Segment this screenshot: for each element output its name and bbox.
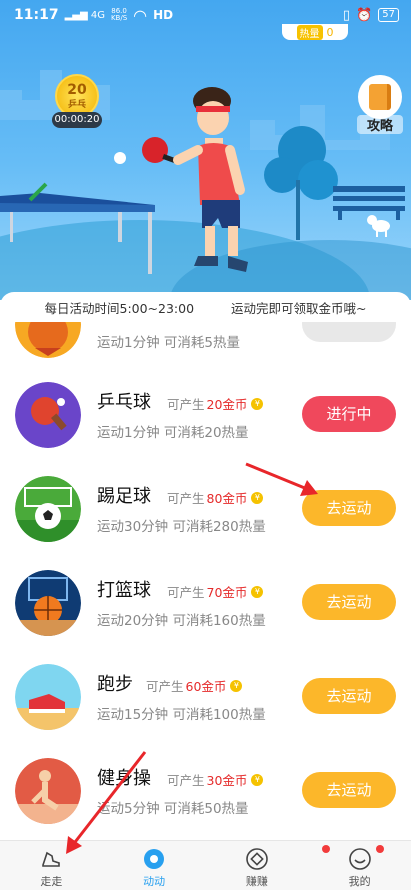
produce-label: 可产生 — [146, 679, 184, 694]
activity-item-fitness: 健身操 可产生 30金币 ¥ 运动5分钟 可消耗50热量 去运动 — [0, 748, 411, 838]
gold-amount: 30金币 — [206, 773, 248, 788]
ping-pong-scene-illustration — [0, 70, 411, 300]
gold-amount: 80金币 — [206, 491, 248, 506]
tab-label: 走走 — [40, 875, 63, 888]
status-time: 11:17 — [14, 7, 59, 23]
activity-title: 打篮球 — [97, 580, 151, 601]
activity-title: 乒乓球 — [97, 392, 151, 413]
activity-title: 跑步 — [97, 674, 133, 695]
chicken-icon — [15, 322, 81, 358]
activity-item-ping-pong: 乒乓球 可产生 20金币 ¥ 运动1分钟 可消耗20热量 进行中 — [0, 372, 411, 462]
activity-desc: 运动15分钟 可消耗100热量 — [97, 707, 266, 723]
battery-level: 57 — [382, 9, 395, 20]
activity-reward: 可产生 80金币 ¥ — [167, 488, 264, 507]
running-shoe-icon — [15, 664, 81, 730]
produce-label: 可产生 — [167, 397, 205, 412]
tab-label: 我的 — [348, 875, 371, 888]
in-progress-button[interactable]: 进行中 — [302, 396, 396, 432]
go-exercise-button[interactable]: 去运动 — [302, 584, 396, 620]
activity-desc: 运动1分钟 可消耗20热量 — [97, 425, 249, 441]
badge-coin-count: 20 — [67, 82, 87, 98]
coin-icon: ¥ — [251, 773, 264, 786]
ping-pong-icon — [15, 382, 81, 448]
activity-reward: 可产生 20金币 ¥ — [167, 394, 264, 413]
activity-item-soccer: 踢足球 可产生 80金币 ¥ 运动30分钟 可消耗280热量 去运动 — [0, 466, 411, 556]
tab-activity[interactable]: 动动 — [103, 841, 206, 890]
go-exercise-button[interactable]: 去运动 — [302, 490, 396, 526]
activity-item-basketball: 打篮球 可产生 70金币 ¥ 运动20分钟 可消耗160热量 去运动 — [0, 560, 411, 650]
gold-amount: 70金币 — [206, 585, 248, 600]
go-exercise-button[interactable]: 去运动 — [302, 678, 396, 714]
activity-card: 每日活动时间5:00~23:00 运动完即可领取金币哦~ 运动1分钟 可消耗5热… — [0, 292, 411, 840]
activity-title: 踢足球 — [97, 486, 151, 507]
tab-profile[interactable]: 我的 — [308, 841, 411, 890]
fitness-icon — [15, 758, 81, 824]
produce-label: 可产生 — [167, 585, 205, 600]
activity-title: 健身操 — [97, 768, 151, 789]
basketball-icon — [15, 570, 81, 636]
guide-label: 攻略 — [357, 115, 403, 134]
notice-bar: 每日活动时间5:00~23:00 运动完即可领取金币哦~ — [0, 292, 411, 322]
activity-button[interactable] — [302, 322, 396, 342]
profile-icon — [348, 848, 371, 870]
network-speed-unit: KB/S — [110, 14, 128, 22]
signal-icon: ▂▄▆ 4G — [64, 9, 105, 21]
vibrate-icon: ▯ — [342, 7, 351, 23]
status-bar: 11:17 ▂▄▆ 4G 86.0 KB/S ◠ HD ▯ ⏰ 57 — [0, 0, 411, 30]
earn-icon — [246, 848, 268, 870]
tab-label: 动动 — [143, 875, 166, 888]
tab-walk[interactable]: 走走 — [0, 841, 103, 890]
hd-indicator: HD — [153, 8, 174, 22]
notification-dot — [376, 845, 385, 853]
wifi-icon: ◠ — [133, 5, 148, 25]
coin-icon: ¥ — [251, 491, 264, 504]
alarm-icon: ⏰ — [356, 7, 373, 23]
activity-desc: 运动1分钟 可消耗5热量 — [97, 335, 240, 351]
activity-list: 运动1分钟 可消耗5热量 乒乓球 可产生 20金币 ¥ 运动1分钟 可消耗20热… — [0, 322, 411, 840]
activity-timer: 00:00:20 — [52, 112, 102, 128]
activity-desc: 运动5分钟 可消耗50热量 — [97, 801, 249, 817]
go-exercise-button[interactable]: 去运动 — [302, 772, 396, 808]
coin-icon: ¥ — [230, 679, 243, 692]
activity-hours-text: 每日活动时间5:00~23:00 — [44, 300, 195, 316]
coin-icon: ¥ — [251, 585, 264, 598]
badge-activity-name: 乒乓 — [67, 100, 86, 110]
guide-button[interactable]: 攻略 — [357, 75, 403, 134]
gold-amount: 60金币 — [185, 679, 227, 694]
activity-reward: 可产生 70金币 ¥ — [167, 582, 264, 601]
walk-shoe-icon — [42, 851, 61, 867]
book-icon — [369, 84, 391, 110]
battery-icon: 57 — [378, 8, 399, 22]
tab-label: 赚赚 — [245, 875, 268, 888]
bottom-tab-bar: 走走 动动 赚赚 我的 — [0, 840, 411, 890]
tab-earn[interactable]: 赚赚 — [206, 841, 330, 890]
activity-desc: 运动30分钟 可消耗280热量 — [97, 519, 266, 535]
network-speed: 86.0 KB/S — [111, 8, 127, 22]
activity-icon — [144, 849, 165, 869]
activity-reward: 可产生 30金币 ¥ — [167, 770, 264, 789]
activity-item: 运动1分钟 可消耗5热量 — [0, 322, 411, 372]
gold-amount: 20金币 — [206, 397, 248, 412]
reward-tip-text: 运动完即可领取金币哦~ — [231, 300, 367, 316]
activity-desc: 运动20分钟 可消耗160热量 — [97, 613, 266, 629]
produce-label: 可产生 — [167, 773, 205, 788]
hero-banner: 热量 0 20 乒乓 00:00:20 攻略 — [0, 0, 411, 300]
soccer-icon — [15, 476, 81, 542]
coin-icon: ¥ — [251, 397, 264, 410]
produce-label: 可产生 — [167, 491, 205, 506]
activity-reward: 可产生 60金币 ¥ — [146, 676, 243, 695]
activity-item-running: 跑步 可产生 60金币 ¥ 运动15分钟 可消耗100热量 去运动 — [0, 654, 411, 744]
network-type: 4G — [90, 9, 105, 21]
